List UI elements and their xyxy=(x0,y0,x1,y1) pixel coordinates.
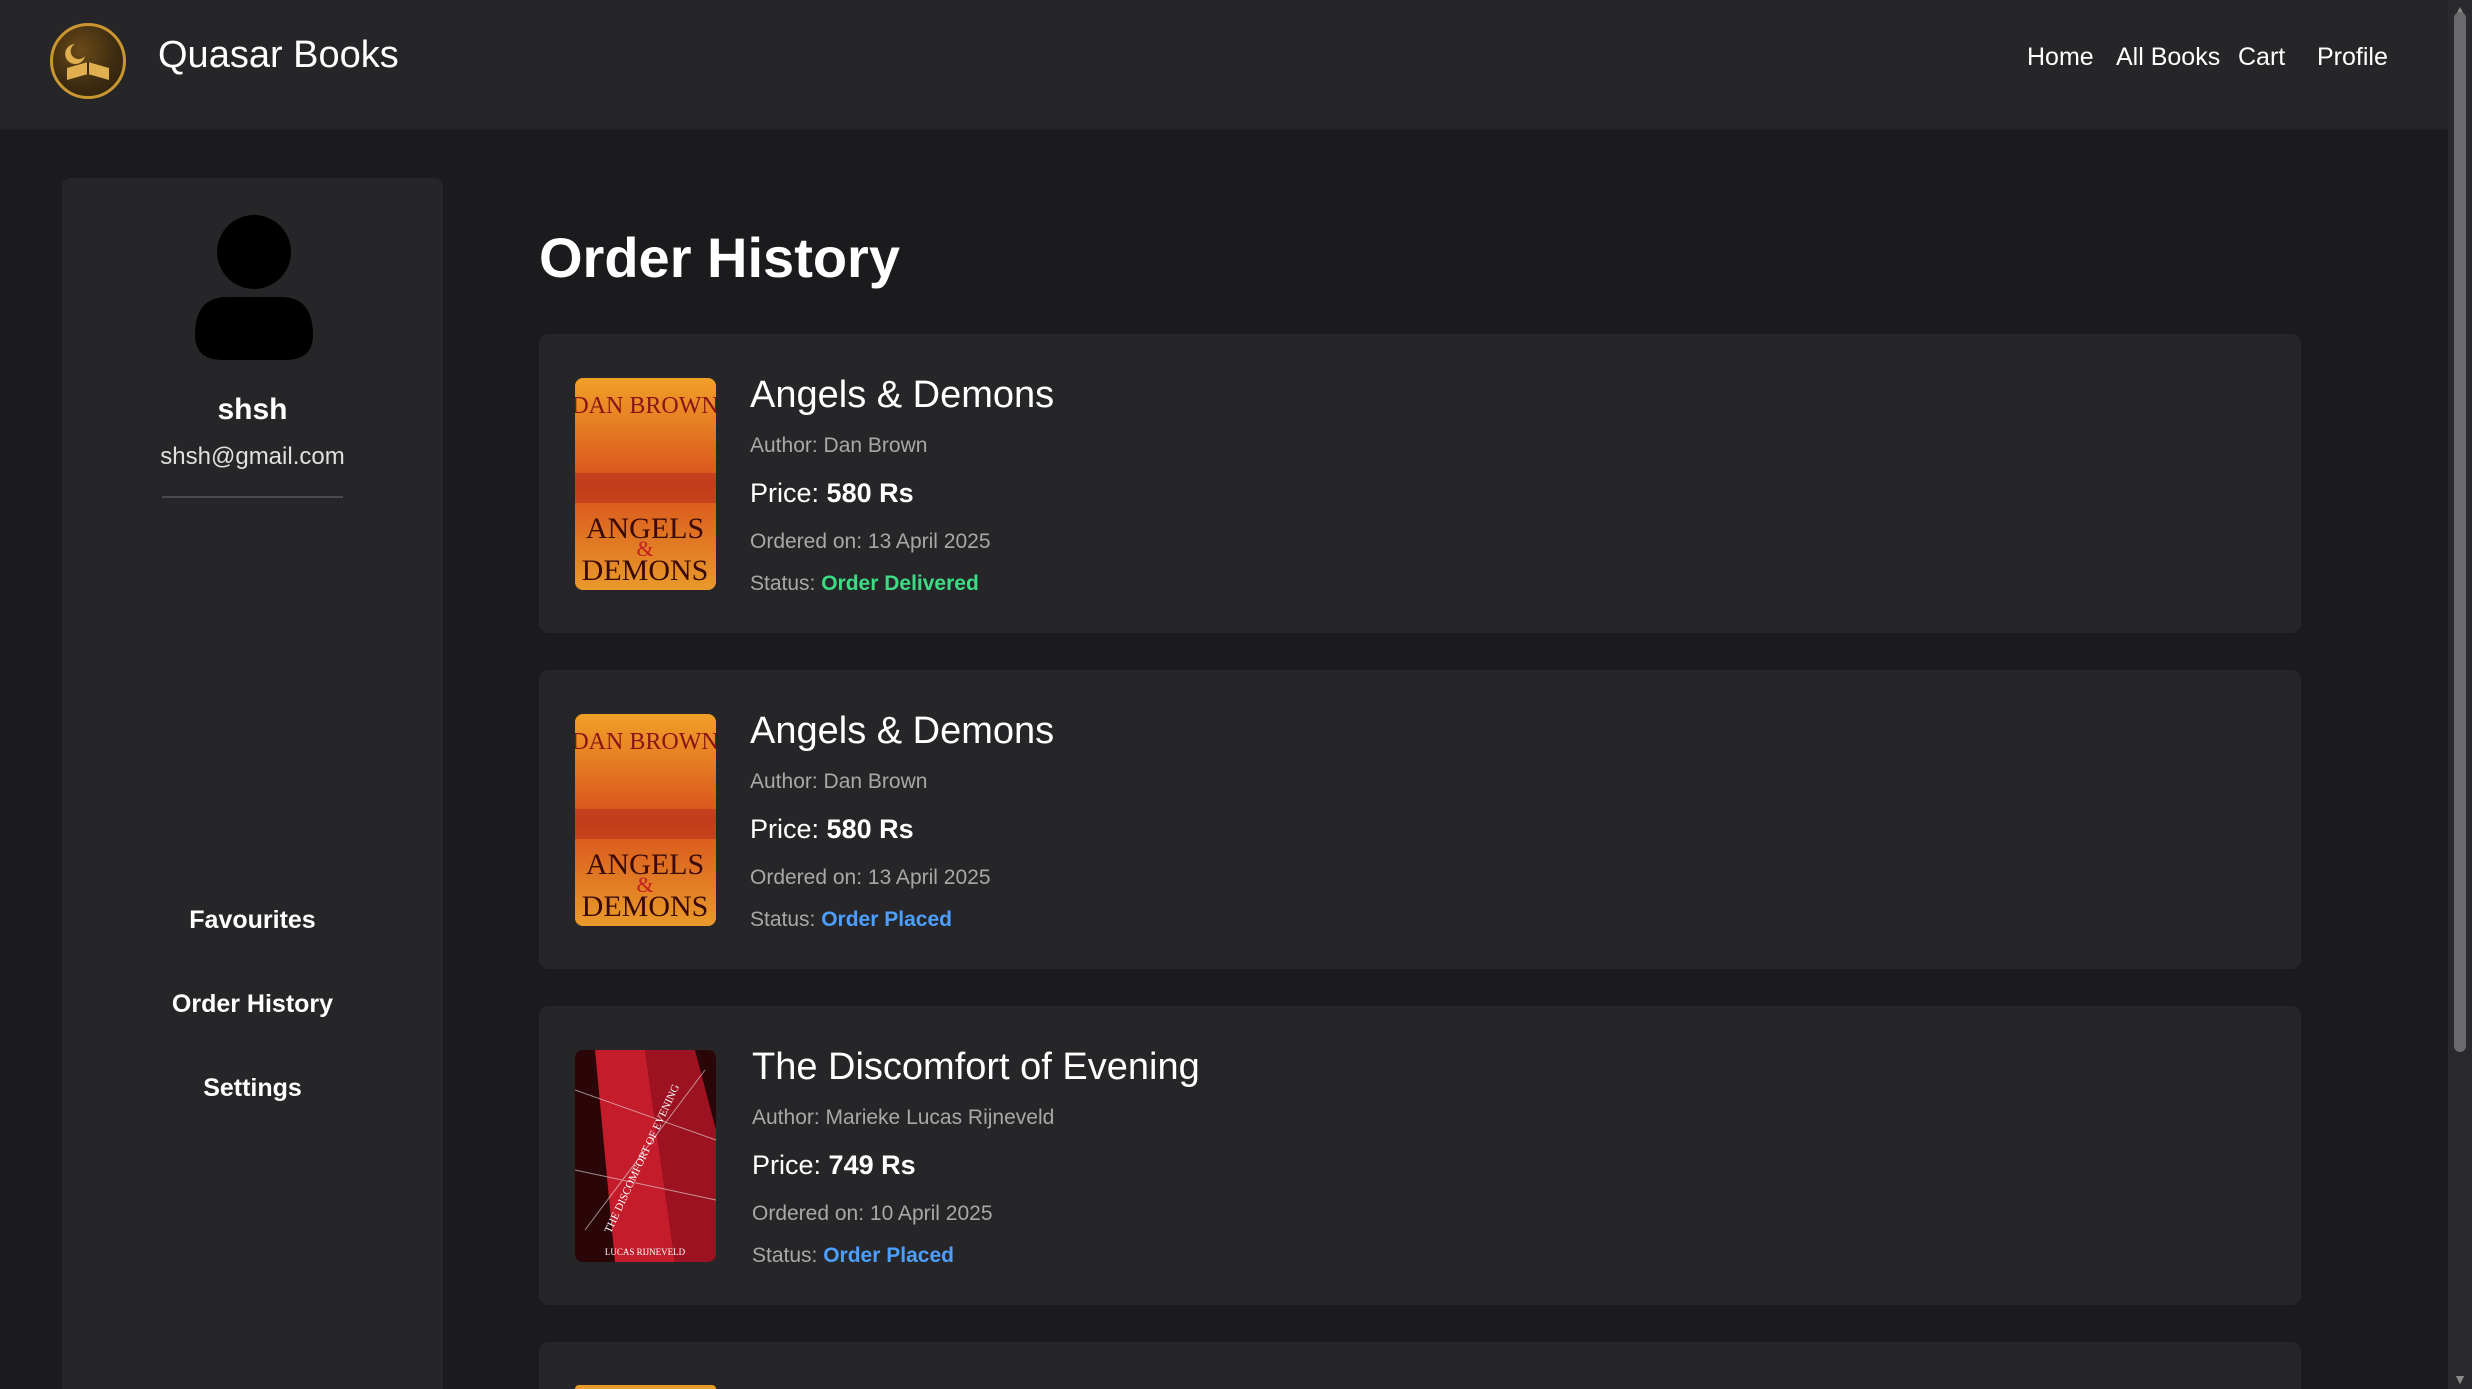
sidebar-divider xyxy=(162,496,343,498)
order-card[interactable] xyxy=(539,1342,2301,1389)
order-date: Ordered on: 13 April 2025 xyxy=(750,866,991,889)
book-title[interactable]: Angels & Demons xyxy=(750,710,1054,753)
book-price: Price: 580 Rs xyxy=(750,478,914,508)
order-card[interactable]: DAN BROWN ANGELS & DEMONS Angels & Demon… xyxy=(539,334,2301,633)
logo-icon[interactable] xyxy=(50,23,126,99)
book-author: Author: Dan Brown xyxy=(750,770,928,793)
order-date: Ordered on: 10 April 2025 xyxy=(752,1202,993,1225)
book-price: Price: 749 Rs xyxy=(752,1150,916,1180)
svg-text:DEMONS: DEMONS xyxy=(582,890,709,923)
nav-home-link[interactable]: Home xyxy=(2027,43,2094,72)
page-scrollbar[interactable]: ▲ ▼ xyxy=(2448,0,2472,1389)
book-price: Price: 580 Rs xyxy=(750,814,914,844)
book-cover[interactable] xyxy=(575,1385,716,1389)
username: shsh xyxy=(217,393,288,426)
user-avatar-icon xyxy=(195,215,313,360)
cover-author-text: DAN BROWN xyxy=(575,393,716,419)
nav-profile-link[interactable]: Profile xyxy=(2317,43,2388,72)
book-title[interactable]: The Discomfort of Evening xyxy=(752,1046,1200,1089)
nav-cart-link[interactable]: Cart xyxy=(2238,43,2285,72)
cover-author-text: DAN BROWN xyxy=(575,729,716,755)
order-status: Status: Order Delivered xyxy=(750,572,979,595)
order-date: Ordered on: 13 April 2025 xyxy=(750,530,991,553)
sidebar-item-favourites[interactable]: Favourites xyxy=(62,906,443,935)
scroll-down-arrow-icon[interactable]: ▼ xyxy=(2448,1371,2472,1387)
profile-sidebar: shsh shsh@gmail.com Favourites Order His… xyxy=(62,178,443,1389)
nav-all-books-link[interactable]: All Books xyxy=(2116,43,2220,72)
top-navbar: Quasar Books Home All Books Cart Profile xyxy=(0,0,2448,130)
order-card[interactable]: THE DISCOMFORT OF EVENING LUCAS RIJNEVEL… xyxy=(539,1006,2301,1305)
page-title: Order History xyxy=(539,226,900,289)
order-status: Status: Order Placed xyxy=(750,908,952,931)
brand-name[interactable]: Quasar Books xyxy=(158,34,399,77)
status-badge: Order Delivered xyxy=(821,572,979,595)
book-author: Author: Marieke Lucas Rijneveld xyxy=(752,1106,1055,1129)
sidebar-item-order-history[interactable]: Order History xyxy=(62,990,443,1019)
book-author: Author: Dan Brown xyxy=(750,434,928,457)
order-card[interactable]: DAN BROWN ANGELS & DEMONS Angels & Demon… xyxy=(539,670,2301,969)
book-title[interactable]: Angels & Demons xyxy=(750,374,1054,417)
status-badge: Order Placed xyxy=(821,908,952,931)
book-cover[interactable]: DAN BROWN ANGELS & DEMONS xyxy=(575,714,716,926)
book-cover[interactable]: DAN BROWN ANGELS & DEMONS xyxy=(575,378,716,590)
user-email: shsh@gmail.com xyxy=(160,443,345,470)
status-badge: Order Placed xyxy=(823,1244,954,1267)
order-status: Status: Order Placed xyxy=(752,1244,954,1267)
sidebar-item-settings[interactable]: Settings xyxy=(62,1074,443,1103)
cover-author-text: LUCAS RIJNEVELD xyxy=(605,1247,686,1257)
scrollbar-thumb[interactable] xyxy=(2454,12,2466,1052)
svg-text:DEMONS: DEMONS xyxy=(582,554,709,587)
book-cover[interactable]: THE DISCOMFORT OF EVENING LUCAS RIJNEVEL… xyxy=(575,1050,716,1262)
